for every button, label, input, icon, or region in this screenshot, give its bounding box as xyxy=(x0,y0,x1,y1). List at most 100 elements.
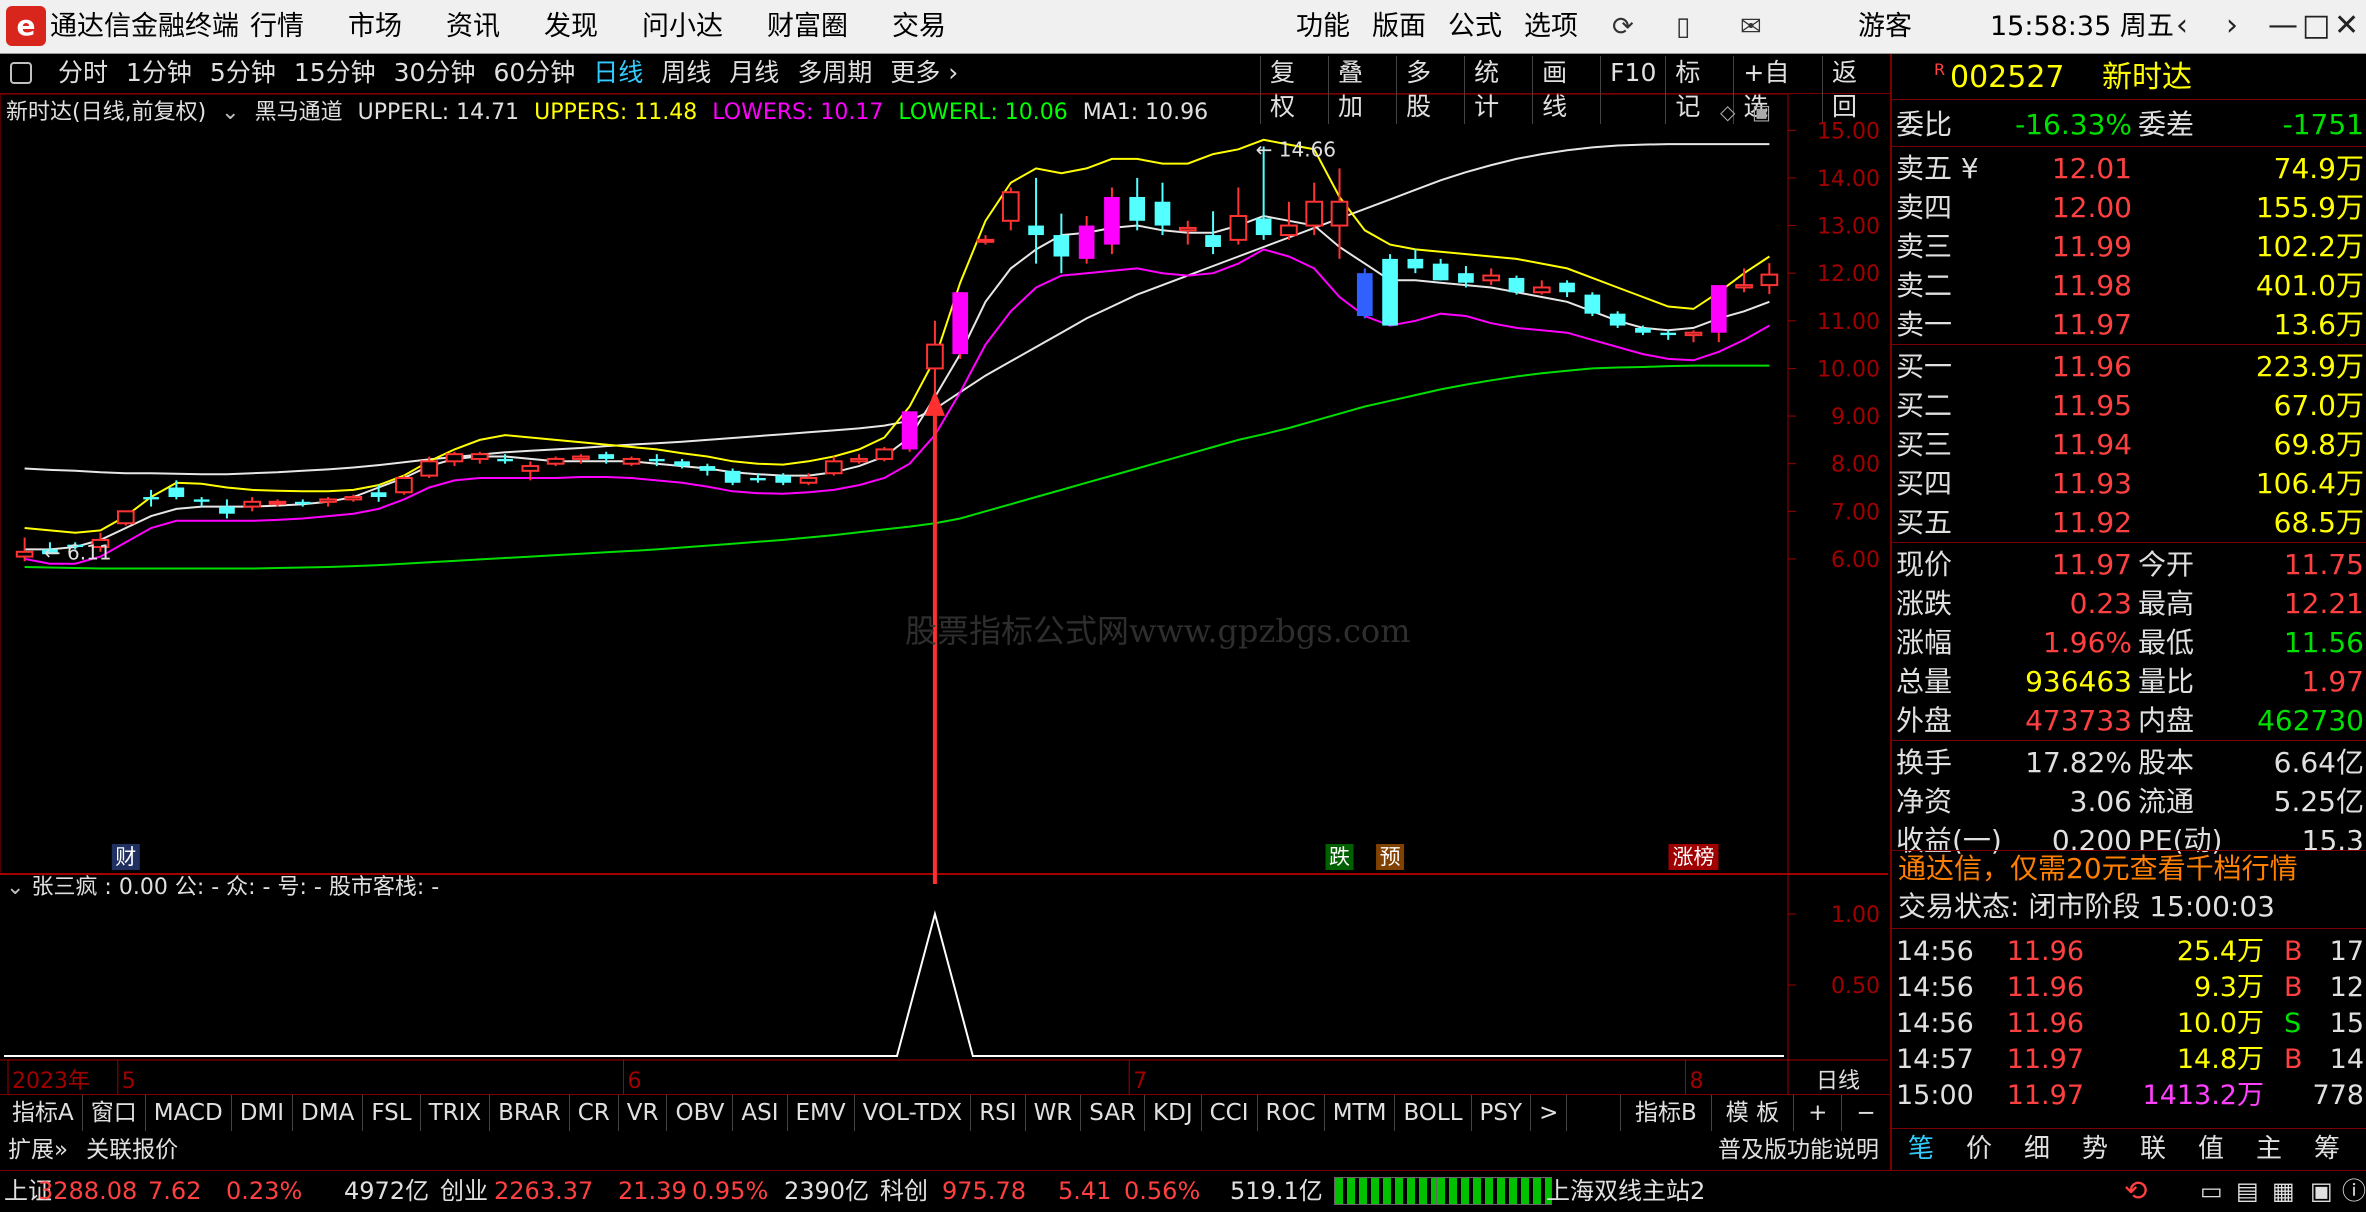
indicator-tab[interactable]: ASI xyxy=(733,1095,788,1131)
ask-row[interactable]: 卖五 ¥ 12.01 74.9万 xyxy=(1892,150,2366,188)
refresh-icon[interactable]: ⟳ xyxy=(1612,12,1634,42)
user-label[interactable]: 游客 xyxy=(1858,10,1912,44)
menu-trade[interactable]: 交易 xyxy=(892,10,946,44)
period-tab[interactable]: 日线 xyxy=(593,56,643,90)
cy-name[interactable]: 创业 xyxy=(440,1171,488,1211)
indicator-tab[interactable]: PSY xyxy=(1472,1095,1532,1131)
menu-market[interactable]: 市场 xyxy=(348,10,402,44)
period-tab[interactable]: 15分钟 xyxy=(294,56,376,90)
menu-quotes[interactable]: 行情 xyxy=(250,10,304,44)
indicator-tab[interactable]: VOL-TDX xyxy=(855,1095,972,1131)
ask-row[interactable]: 卖四 12.00 155.9万 xyxy=(1892,189,2366,227)
layout-icon[interactable]: ▣ xyxy=(1752,100,1771,124)
menu-news[interactable]: 资讯 xyxy=(446,10,500,44)
period-tab[interactable]: 分时 xyxy=(58,56,108,90)
panel-tab[interactable]: 价 xyxy=(1950,1129,2008,1170)
indicator-tab-right[interactable]: 模 板 xyxy=(1710,1095,1793,1131)
indicator-tab[interactable]: RSI xyxy=(971,1095,1026,1131)
stock-name[interactable]: 新时达 xyxy=(2102,60,2192,96)
menu-layout[interactable]: 版面 xyxy=(1372,10,1426,44)
bid-row[interactable]: 买二 11.95 67.0万 xyxy=(1892,387,2366,425)
indicator-tab[interactable]: SAR xyxy=(1081,1095,1146,1131)
panel-tab[interactable]: 笔 xyxy=(1892,1129,1950,1170)
indicator-tab[interactable]: MACD xyxy=(146,1095,232,1131)
back-icon[interactable]: ‹ xyxy=(2176,8,2188,44)
indicator-tab[interactable]: 指标A xyxy=(4,1095,83,1131)
info-icon[interactable]: ⓘ xyxy=(2342,1171,2366,1211)
bid-row[interactable]: 买五 11.92 68.5万 xyxy=(1892,504,2366,542)
kline-chart[interactable]: 15.00 14.00 13.00 12.00 11.00 10.00 9.00 8.00 7.… xyxy=(0,94,1890,1116)
period-tab[interactable]: 30分钟 xyxy=(394,56,476,90)
menu-options[interactable]: 选项 xyxy=(1524,10,1578,44)
menu-wealth[interactable]: 财富圈 xyxy=(767,10,848,44)
indicator-tab[interactable]: BRAR xyxy=(490,1095,570,1131)
menu-function[interactable]: 功能 xyxy=(1296,10,1350,44)
sync-icon[interactable]: ⟲ xyxy=(2124,1171,2147,1211)
indicator-tab[interactable]: VR xyxy=(619,1095,668,1131)
expand-button[interactable]: 扩展» xyxy=(8,1134,68,1166)
panel-tab[interactable]: 值 xyxy=(2182,1129,2240,1170)
period-tab[interactable]: 更多 › xyxy=(890,56,958,90)
bid-row[interactable]: 买一 11.96 223.9万 xyxy=(1892,348,2366,386)
indicator-tab[interactable]: CCI xyxy=(1202,1095,1258,1131)
period-tab[interactable]: 60分钟 xyxy=(493,56,575,90)
period-tab[interactable]: 1分钟 xyxy=(126,56,192,90)
indicator-tab[interactable]: > xyxy=(1531,1095,1568,1131)
indicator-tab-right[interactable]: 指标B xyxy=(1620,1095,1711,1131)
candle-body xyxy=(1710,285,1727,333)
panel-tab[interactable]: 细 xyxy=(2008,1129,2066,1170)
indicator-tab-right[interactable]: − xyxy=(1841,1095,1889,1131)
indicator-tab[interactable]: ROC xyxy=(1258,1095,1325,1131)
panel-tab[interactable]: 联 xyxy=(2124,1129,2182,1170)
function-desc-link[interactable]: 普及版功能说明 xyxy=(1718,1134,1879,1166)
indicator-tab[interactable]: EMV xyxy=(788,1095,855,1131)
indicator-tab[interactable]: BOLL xyxy=(1395,1095,1472,1131)
indicator-tab[interactable]: CR xyxy=(570,1095,619,1131)
maximize-icon[interactable]: □ xyxy=(2302,8,2330,44)
ask-row[interactable]: 卖一 11.97 13.6万 xyxy=(1892,306,2366,344)
minimize-icon[interactable]: — xyxy=(2268,8,2298,44)
kc-name[interactable]: 科创 xyxy=(880,1171,928,1211)
stock-code[interactable]: 002527 xyxy=(1950,60,2065,96)
period-tab[interactable]: 月线 xyxy=(729,56,779,90)
indicator-dropdown-icon[interactable]: ⌄ xyxy=(221,100,239,125)
panel-toggle-icon[interactable] xyxy=(10,62,32,84)
period-tab[interactable]: 多周期 xyxy=(797,56,872,90)
window-icon[interactable]: ▭ xyxy=(2200,1171,2223,1211)
indicator-tab[interactable]: KDJ xyxy=(1145,1095,1202,1131)
related-quote-button[interactable]: 关联报价 xyxy=(86,1134,178,1166)
close-icon[interactable]: ✕ xyxy=(2334,8,2359,44)
indicator-tab[interactable]: DMA xyxy=(293,1095,364,1131)
panel-tab[interactable]: 筹 xyxy=(2298,1129,2356,1170)
promo-banner[interactable]: 通达信，仅需20元查看千档行情 xyxy=(1898,850,2298,888)
indicator-tab-right[interactable]: + xyxy=(1793,1095,1841,1131)
indicator-tab[interactable]: FSL xyxy=(363,1095,421,1131)
phone-icon[interactable]: ▯ xyxy=(1676,12,1690,42)
period-tab[interactable]: 5分钟 xyxy=(210,56,276,90)
bid-row[interactable]: 买四 11.93 106.4万 xyxy=(1892,465,2366,503)
indicator-tab[interactable]: TRIX xyxy=(421,1095,491,1131)
indicator-tab[interactable]: MTM xyxy=(1325,1095,1396,1131)
grid-icon[interactable]: ▦ xyxy=(2272,1171,2295,1211)
server-name[interactable]: 上海双线主站2 xyxy=(1546,1171,1705,1211)
lock-icon[interactable]: ▣ xyxy=(2310,1171,2333,1211)
indicator-tab[interactable]: OBV xyxy=(667,1095,734,1131)
diamond-icon[interactable]: ◇ xyxy=(1720,100,1735,124)
indicator-tab[interactable]: DMI xyxy=(232,1095,294,1131)
bid-row[interactable]: 买三 11.94 69.8万 xyxy=(1892,426,2366,464)
period-tab[interactable]: 周线 xyxy=(661,56,711,90)
indicator-tab[interactable]: 窗口 xyxy=(83,1095,146,1131)
panel-tab[interactable]: 势 xyxy=(2066,1129,2124,1170)
forward-icon[interactable]: › xyxy=(2226,8,2238,44)
ask-row[interactable]: 卖三 11.99 102.2万 xyxy=(1892,228,2366,266)
screen-icon[interactable]: ▤ xyxy=(2236,1171,2259,1211)
menu-discover[interactable]: 发现 xyxy=(544,10,598,44)
panel-tab[interactable]: 主 xyxy=(2240,1129,2298,1170)
indicator-name[interactable]: 黑马通道 xyxy=(255,100,343,125)
ask-row[interactable]: 卖二 11.98 401.0万 xyxy=(1892,267,2366,305)
menu-ask[interactable]: 问小达 xyxy=(642,10,723,44)
menu-formula[interactable]: 公式 xyxy=(1448,10,1502,44)
indicator-tab[interactable]: WR xyxy=(1026,1095,1082,1131)
sub-dropdown-icon[interactable]: ⌄ xyxy=(6,875,31,900)
mail-icon[interactable]: ✉ xyxy=(1740,12,1762,42)
